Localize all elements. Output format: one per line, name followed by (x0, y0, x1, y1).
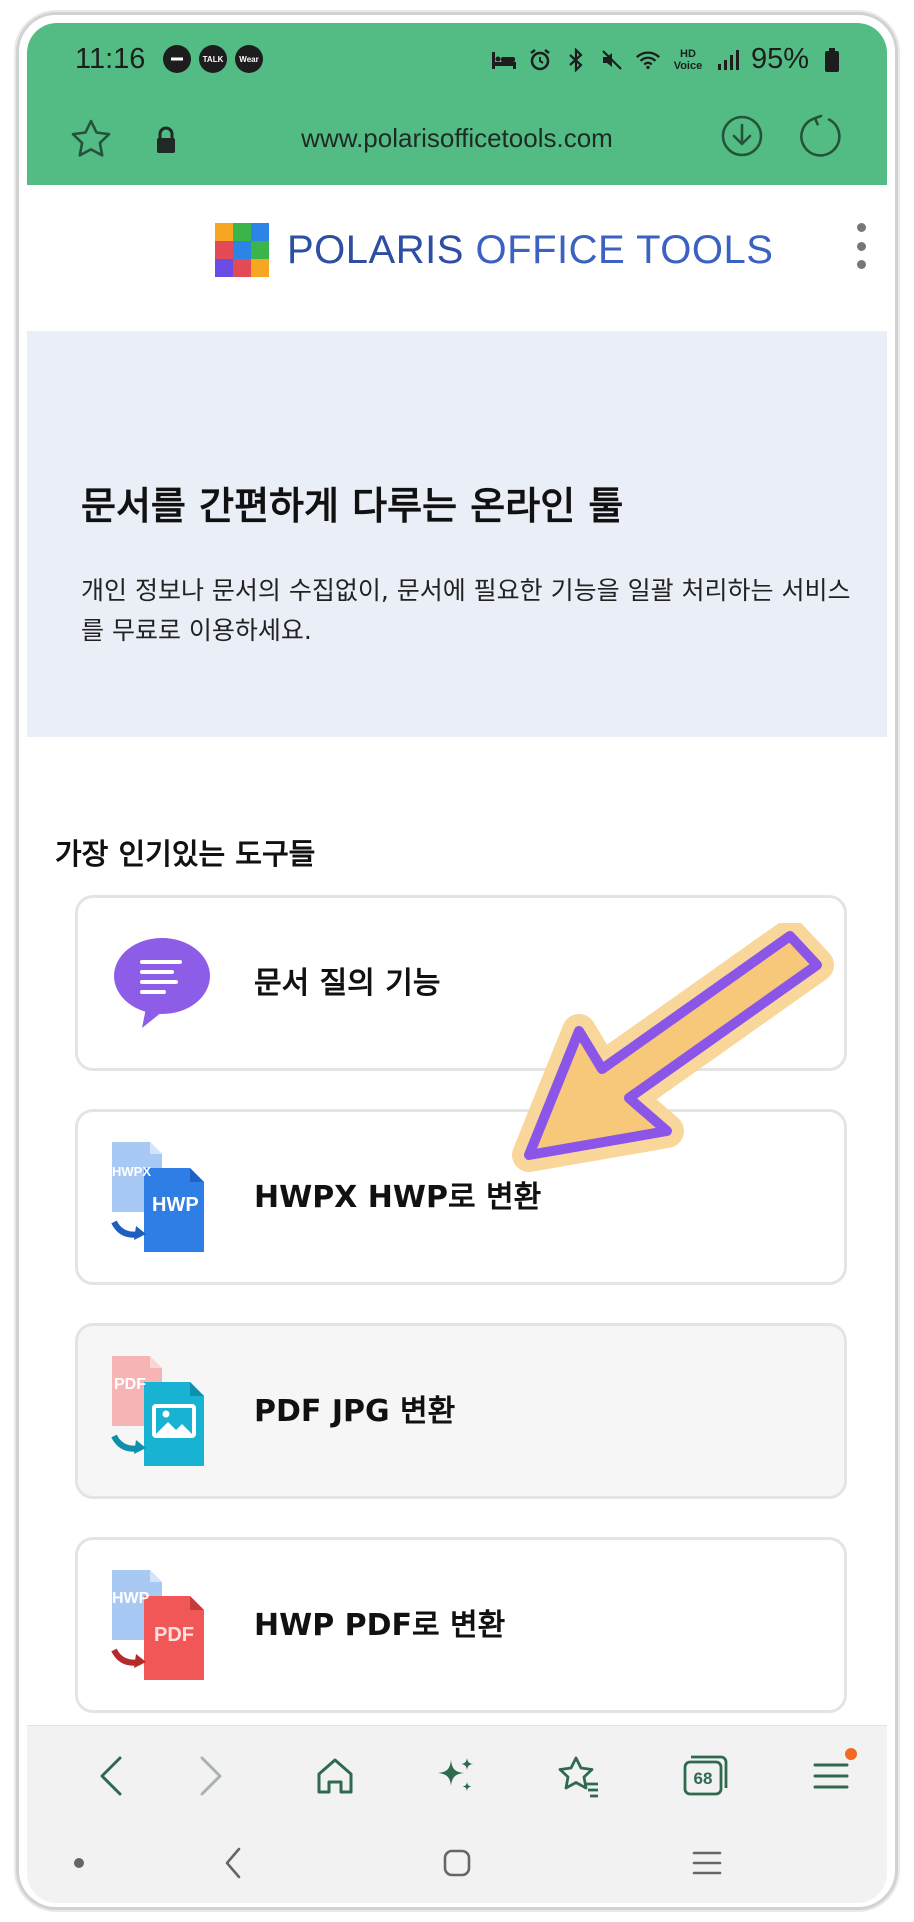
system-back-button[interactable] (213, 1843, 253, 1883)
site-header: POLARIS OFFICE TOOLS (27, 185, 887, 331)
logo-text-light: OFFICE TOOLS (463, 227, 774, 272)
hwp-to-pdf-icon: HWP PDF (106, 1568, 216, 1682)
menu-button[interactable] (803, 1748, 859, 1804)
signal-icon (715, 47, 741, 73)
tab-count: 68 (693, 1769, 713, 1788)
tool-label: 문서 질의 기능 (254, 966, 441, 1001)
hero-title: 문서를 간편하게 다루는 온라인 툴 (81, 484, 624, 528)
browser-bottom-toolbar: 68 (27, 1725, 887, 1825)
url-text[interactable]: www.polarisofficetools.com (207, 123, 707, 154)
hd-voice-label: HD Voice (673, 47, 703, 72)
hwp-file-label: HWP (152, 1194, 199, 1216)
bluetooth-icon (563, 47, 589, 73)
tabs-button[interactable]: 68 (675, 1748, 731, 1804)
lock-icon[interactable] (153, 125, 179, 155)
status-bar: 11:16 TALK Wear HD Voice 95% (27, 23, 887, 81)
tool-card-hwpx-to-hwp[interactable]: HWPX HWP HWPX HWP로 변환 (75, 1109, 847, 1285)
wear-icon: Wear (235, 45, 263, 73)
phone-screen: 11:16 TALK Wear HD Voice 95% www.polaris… (27, 23, 887, 1903)
pdf-file-label: PDF (154, 1624, 194, 1646)
browser-top-bar: 11:16 TALK Wear HD Voice 95% www.polaris… (27, 23, 887, 185)
system-navigation-bar (27, 1825, 887, 1903)
ai-sparkle-button[interactable] (427, 1748, 483, 1804)
bookmarks-button[interactable] (551, 1748, 607, 1804)
battery-percent: 95% (750, 43, 809, 75)
reload-icon[interactable] (799, 113, 845, 159)
logo-text: POLARIS OFFICE TOOLS (287, 228, 773, 273)
bookmark-star-icon[interactable] (67, 115, 115, 163)
phone-frame: 11:16 TALK Wear HD Voice 95% www.polaris… (16, 12, 898, 1910)
polaris-logo[interactable]: POLARIS OFFICE TOOLS (215, 223, 773, 277)
tool-card-doc-qa[interactable]: 문서 질의 기능 (75, 895, 847, 1071)
system-recents-button[interactable] (687, 1843, 727, 1883)
alarm-icon (527, 47, 553, 73)
wifi-icon (635, 47, 661, 73)
home-button[interactable] (307, 1748, 363, 1804)
hwp-file-label: HWP (112, 1590, 150, 1607)
more-menu-icon[interactable] (853, 223, 869, 269)
hd-voice-icon: HD Voice (671, 47, 705, 73)
system-home-button[interactable] (437, 1843, 477, 1883)
mute-icon (599, 47, 625, 73)
hero-description: 개인 정보나 문서의 수집없이, 문서에 필요한 기능을 일괄 처리하는 서비스… (81, 576, 851, 645)
hero-banner: 문서를 간편하게 다루는 온라인 툴 개인 정보나 문서의 수집없이, 문서에 … (27, 331, 887, 737)
address-bar[interactable]: www.polarisofficetools.com (27, 101, 887, 185)
battery-icon (819, 47, 845, 73)
download-icon[interactable] (719, 113, 765, 159)
tool-card-pdf-to-jpg[interactable]: PDF PDF JPG 변환 (75, 1323, 847, 1499)
chat-bubble-icon (106, 926, 216, 1040)
hwpx-file-label: HWPX (112, 1164, 151, 1179)
status-app-icons: TALK Wear (163, 45, 263, 73)
notification-dot (845, 1748, 857, 1760)
pdf-to-jpg-icon: PDF (106, 1354, 216, 1468)
pdf-file-label: PDF (114, 1376, 146, 1393)
popular-tools-title: 가장 인기있는 도구들 (55, 837, 316, 871)
tool-label: HWP PDF로 변환 (254, 1608, 506, 1643)
status-time: 11:16 (75, 43, 146, 75)
forward-button[interactable] (183, 1748, 239, 1804)
assistant-dot-icon[interactable] (59, 1843, 99, 1883)
bed-icon (491, 47, 517, 73)
hwpx-to-hwp-icon: HWPX HWP (106, 1140, 216, 1254)
tool-label: HWPX HWP로 변환 (254, 1180, 542, 1215)
dnd-icon (163, 45, 191, 73)
back-button[interactable] (83, 1748, 139, 1804)
talk-icon: TALK (199, 45, 227, 73)
tool-card-hwp-to-pdf[interactable]: HWP PDF HWP PDF로 변환 (75, 1537, 847, 1713)
polaris-logo-mark-icon (215, 223, 269, 277)
logo-text-bold: POLARIS (287, 227, 464, 272)
tool-label: PDF JPG 변환 (254, 1394, 456, 1429)
status-right-icons: HD Voice 95% (491, 43, 845, 76)
